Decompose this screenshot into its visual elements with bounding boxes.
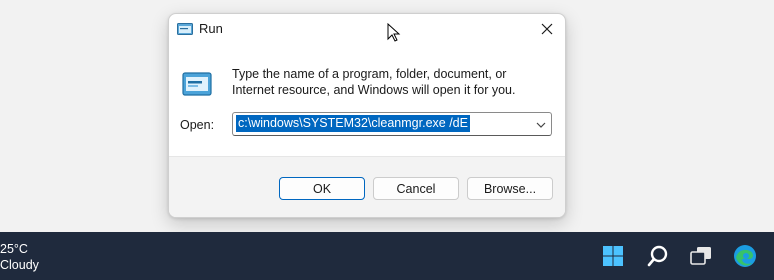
search-icon[interactable] xyxy=(645,243,671,269)
run-dialog: Run Type the name of a program, folder, … xyxy=(168,13,566,218)
button-footer: OK Cancel Browse... xyxy=(169,156,565,217)
run-program-icon xyxy=(182,71,212,97)
open-label: Open: xyxy=(180,118,215,132)
mouse-cursor-icon xyxy=(387,22,401,43)
weather-condition[interactable]: Cloudy xyxy=(0,258,39,272)
edge-icon[interactable] xyxy=(732,243,758,269)
title-bar[interactable]: Run xyxy=(169,14,565,44)
close-icon xyxy=(541,23,553,35)
run-icon xyxy=(177,22,193,36)
dialog-description: Type the name of a program, folder, docu… xyxy=(232,67,516,97)
chevron-down-icon[interactable] xyxy=(535,118,547,130)
open-input-value[interactable]: c:\windows\SYSTEM32\cleanmgr.exe /dE xyxy=(236,115,470,132)
weather-temperature[interactable]: 25°C xyxy=(0,242,28,256)
taskbar: 25°C Cloudy xyxy=(0,232,774,280)
close-button[interactable] xyxy=(529,14,565,44)
ok-button[interactable]: OK xyxy=(279,177,365,200)
open-combobox[interactable]: c:\windows\SYSTEM32\cleanmgr.exe /dE xyxy=(232,112,552,136)
start-icon[interactable] xyxy=(600,243,626,269)
cancel-button[interactable]: Cancel xyxy=(373,177,459,200)
browse-button[interactable]: Browse... xyxy=(467,177,553,200)
task-view-icon[interactable] xyxy=(688,243,714,269)
dialog-title: Run xyxy=(199,21,223,36)
